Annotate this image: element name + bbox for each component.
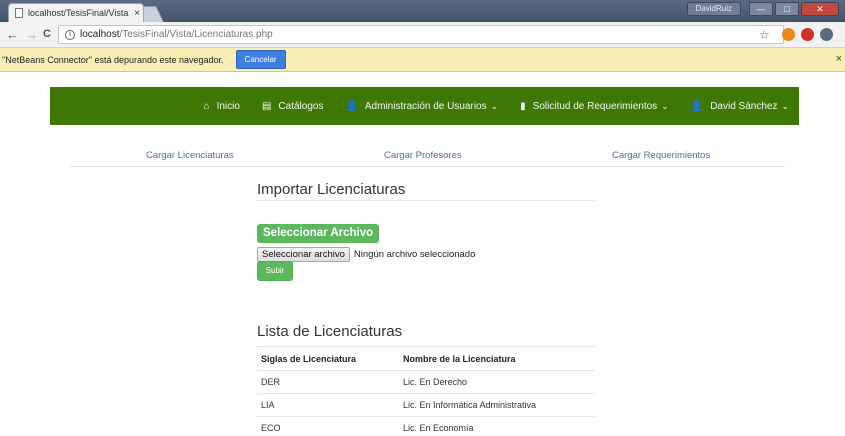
profile-button[interactable]: DavidRuiz <box>686 2 741 16</box>
file-icon: ▮ <box>520 100 526 112</box>
nav-item-inicio[interactable]: ⌂ Inicio <box>204 101 240 112</box>
table-header-row: Siglas de Licenciatura Nombre de la Lice… <box>257 348 595 371</box>
nav-item-administracion-usuarios[interactable]: 👤 Administración de Usuarios ⌄ <box>345 101 498 112</box>
file-status: Ningún archivo seleccionado <box>353 249 476 260</box>
table-row: ECO Lic. En Economía <box>257 417 595 436</box>
browser-titlebar: localhost/TesisFinal/Vista × DavidRuiz —… <box>0 0 845 22</box>
window-controls: DavidRuiz — □ ✕ <box>686 2 839 16</box>
tab-title: localhost/TesisFinal/Vista <box>28 8 129 18</box>
cell-siglas: DER <box>261 377 281 387</box>
link-cargar-profesores[interactable]: Cargar Profesores <box>384 150 462 161</box>
column-header-siglas: Siglas de Licenciatura <box>261 354 357 364</box>
extension-gray-icon[interactable] <box>820 28 833 41</box>
nav-item-label: David Sánchez <box>710 100 778 112</box>
user-icon: 👤 <box>345 100 358 112</box>
info-icon[interactable]: i <box>65 29 75 40</box>
extension-red-icon[interactable] <box>801 28 814 41</box>
chevron-down-icon: ⌄ <box>781 100 789 111</box>
maximize-button[interactable]: □ <box>775 2 799 16</box>
cell-nombre: Lic. En Derecho <box>403 377 468 387</box>
nav-item-label: Administración de Usuarios <box>364 100 487 112</box>
main-navbar: ⌂ Inicio ▤ Catálogos 👤 Administración de… <box>50 87 799 125</box>
nav-item-user-menu[interactable]: 👤 David Sánchez ⌄ <box>691 101 789 112</box>
select-file-heading: Seleccionar Archivo <box>257 224 380 243</box>
nav-item-label: Solicitud de Requerimientos <box>532 100 658 112</box>
link-cargar-requerimientos[interactable]: Cargar Requerimientos <box>612 150 710 161</box>
sub-navigation: Cargar Licenciaturas Cargar Profesores C… <box>70 140 785 167</box>
extension-orange-icon[interactable] <box>782 28 795 41</box>
submit-button[interactable]: Subir <box>257 261 293 281</box>
browser-tab[interactable]: localhost/TesisFinal/Vista × <box>8 3 144 22</box>
home-icon: ⌂ <box>203 100 210 112</box>
nav-item-label: Inicio <box>216 100 240 112</box>
table-row: LIA Lic. En Informática Administrativa <box>257 394 595 417</box>
file-input: Seleccionar archivo Ningún archivo selec… <box>257 247 475 262</box>
cancel-debug-button[interactable]: Cancelar <box>235 50 286 69</box>
reload-icon[interactable]: C <box>43 28 51 40</box>
choose-file-button[interactable]: Seleccionar archivo <box>257 247 350 262</box>
debug-infobar: "NetBeans Connector" está depurando este… <box>0 48 845 72</box>
column-header-nombre: Nombre de la Licenciatura <box>403 354 516 364</box>
bookmark-star-icon[interactable]: ☆ <box>759 28 770 42</box>
link-cargar-licenciaturas[interactable]: Cargar Licenciaturas <box>146 150 234 161</box>
table-row: DER Lic. En Derecho <box>257 371 595 394</box>
cell-siglas: LIA <box>261 400 275 410</box>
divider <box>257 346 595 347</box>
import-title: Importar Licenciaturas <box>257 181 406 198</box>
address-bar: ← → C i localhost/TesisFinal/Vista/Licen… <box>0 22 845 48</box>
nav-item-solicitud-requerimientos[interactable]: ▮ Solicitud de Requerimientos ⌄ <box>520 101 669 112</box>
chevron-down-icon: ⌄ <box>661 100 669 111</box>
infobar-message: "NetBeans Connector" está depurando este… <box>2 54 224 65</box>
cell-nombre: Lic. En Economía <box>403 423 474 433</box>
url-host: localhost <box>80 29 120 40</box>
user-icon: 👤 <box>690 100 704 112</box>
cell-siglas: ECO <box>261 423 281 433</box>
url-path: /TesisFinal/Vista/Licenciaturas.php <box>119 29 273 40</box>
list-title: Lista de Licenciaturas <box>257 323 403 340</box>
back-icon[interactable]: ← <box>6 27 19 42</box>
list-icon: ▤ <box>261 100 272 112</box>
tab-close-icon[interactable]: × <box>131 8 143 19</box>
minimize-button[interactable]: — <box>749 2 773 16</box>
licenciaturas-table: Siglas de Licenciatura Nombre de la Lice… <box>257 348 595 436</box>
nav-item-label: Catálogos <box>278 100 324 112</box>
url-input[interactable]: i localhost/TesisFinal/Vista/Licenciatur… <box>58 25 784 44</box>
chevron-down-icon: ⌄ <box>490 100 499 111</box>
cell-nombre: Lic. En Informática Administrativa <box>403 400 537 410</box>
infobar-close-icon[interactable]: × <box>836 53 842 65</box>
close-window-button[interactable]: ✕ <box>801 2 839 16</box>
divider <box>257 200 595 201</box>
forward-icon[interactable]: → <box>25 27 38 42</box>
page-icon <box>15 8 23 18</box>
nav-item-catalogos[interactable]: ▤ Catálogos <box>262 101 323 112</box>
